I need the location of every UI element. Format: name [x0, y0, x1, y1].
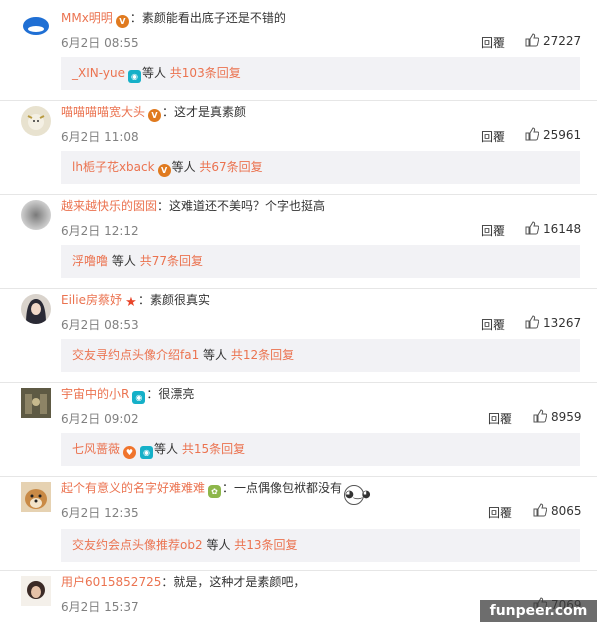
like-button[interactable]: 25961 — [525, 127, 581, 142]
sub-reply-count[interactable]: 共67条回复 — [199, 160, 262, 174]
sub-reply-count[interactable]: 共12条回复 — [231, 348, 294, 362]
sub-reply-user[interactable]: 交友寻约点头像介绍fa1 — [72, 348, 199, 362]
thumbs-up-icon — [533, 503, 548, 517]
divider — [0, 288, 597, 289]
sub-reply-mid: 等人 — [154, 442, 179, 456]
divider — [0, 570, 597, 571]
comment-date: 6月2日 08:53 — [61, 318, 139, 332]
sub-reply-mid: 等人 — [111, 254, 136, 268]
sub-replies[interactable]: 交友约会点头像推荐ob2 等人 共13条回复 — [61, 529, 580, 562]
like-count: 25961 — [543, 128, 582, 142]
comment-text: ：一点偶像包袱都没有 — [222, 481, 343, 495]
like-button[interactable]: 13267 — [525, 315, 581, 330]
reply-button[interactable]: 回覆 — [481, 128, 505, 145]
thumbs-up-icon — [525, 33, 540, 47]
like-count: 27227 — [543, 34, 582, 48]
username[interactable]: Eilie房蔡妤 — [61, 293, 122, 307]
avatar[interactable] — [21, 106, 51, 136]
sub-reply-count[interactable]: 共77条回复 — [140, 254, 203, 268]
avatar[interactable] — [21, 12, 51, 42]
sub-reply-mid: 等人 — [141, 66, 166, 80]
vip-badge-icon: V — [157, 164, 171, 177]
comment-date: 6月2日 08:55 — [61, 36, 139, 50]
camera-badge-icon: ◉ — [140, 446, 154, 459]
username[interactable]: 用户6015852725 — [61, 575, 161, 589]
sub-reply-mid: 等人 — [171, 160, 196, 174]
sub-reply-mid: 等人 — [206, 538, 231, 552]
thumbs-up-icon — [525, 221, 540, 235]
thumbs-up-icon — [533, 409, 548, 423]
sub-reply-user[interactable]: 七风蔷薇 — [72, 442, 120, 456]
divider — [0, 100, 597, 101]
username[interactable]: 越来越快乐的囡囡 — [61, 199, 157, 213]
sub-replies[interactable]: _XIN-yue ◉ 等人 共103条回复 — [61, 57, 580, 90]
reply-button[interactable]: 回覆 — [488, 410, 512, 427]
sub-reply-count[interactable]: 共13条回复 — [234, 538, 297, 552]
reply-button[interactable]: 回覆 — [481, 316, 505, 333]
sub-replies[interactable]: 交友寻约点头像介绍fa1 等人 共12条回复 — [61, 339, 580, 372]
camera-badge-icon: ◉ — [132, 391, 146, 404]
like-button[interactable]: 8065 — [533, 503, 582, 518]
sub-reply-user[interactable]: 交友约会点头像推荐ob2 — [72, 538, 203, 552]
thumbs-up-icon — [525, 315, 540, 329]
comment-text: ：这难道还不美吗？个字也挺高 — [157, 199, 326, 213]
comment-text: ：素颜能看出底子还是不错的 — [129, 11, 286, 25]
leaf-badge-icon: ✿ — [208, 485, 222, 498]
divider — [0, 382, 597, 383]
avatar[interactable] — [21, 388, 51, 418]
sub-reply-count[interactable]: 共103条回复 — [170, 66, 241, 80]
comment-text: ：很漂亮 — [146, 387, 195, 401]
like-count: 8065 — [551, 504, 582, 518]
avatar[interactable] — [21, 294, 51, 324]
like-button[interactable]: 16148 — [525, 221, 581, 236]
sub-reply-user[interactable]: 浮噜噜 — [72, 254, 108, 268]
comment-date: 6月2日 11:08 — [61, 130, 139, 144]
watermark: funpeer.com — [480, 600, 597, 622]
sub-replies[interactable]: lh栀子花xback V 等人 共67条回复 — [61, 151, 580, 184]
heart-badge-icon: ♥ — [123, 446, 137, 459]
username[interactable]: 起个有意义的名字好难难难 — [61, 481, 205, 495]
sub-reply-user[interactable]: _XIN-yue — [72, 66, 125, 80]
vip-badge-icon: V — [115, 15, 129, 28]
sub-reply-mid: 等人 — [203, 348, 228, 362]
divider — [0, 476, 597, 477]
avatar[interactable] — [21, 482, 51, 512]
reply-button[interactable]: 回覆 — [488, 504, 512, 521]
camera-badge-icon: ◉ — [127, 70, 141, 83]
like-count: 16148 — [543, 222, 582, 236]
star-badge-icon: ★ — [125, 295, 137, 310]
like-count: 8959 — [551, 410, 582, 424]
comment-text: ：这才是真素颜 — [162, 105, 247, 119]
username[interactable]: MMx明明 — [61, 11, 113, 25]
comment-date: 6月2日 12:35 — [61, 506, 139, 520]
divider — [0, 194, 597, 195]
username[interactable]: 宇宙中的小R — [61, 387, 129, 401]
sub-replies[interactable]: 七风蔷薇 ♥ ◉ 等人 共15条回复 — [61, 433, 580, 466]
reply-button[interactable]: 回覆 — [481, 222, 505, 239]
comment-date: 6月2日 12:12 — [61, 224, 139, 238]
sub-reply-user[interactable]: lh栀子花xback — [72, 160, 155, 174]
comment-date: 6月2日 09:02 — [61, 412, 139, 426]
avatar[interactable] — [21, 576, 51, 606]
like-count: 13267 — [543, 316, 582, 330]
like-button[interactable]: 8959 — [533, 409, 582, 424]
username[interactable]: 喵喵喵喵宽大头 — [61, 105, 145, 119]
face-emoji-icon: ◕‿◕ — [344, 485, 371, 505]
comment-date: 6月2日 15:37 — [61, 600, 139, 614]
comment-text: ：素颜很真实 — [137, 293, 210, 307]
vip-badge-icon: V — [148, 109, 162, 122]
comment-text: ：就是，这种才是素颜吧， — [161, 575, 306, 589]
avatar[interactable] — [21, 200, 51, 230]
reply-button[interactable]: 回覆 — [481, 34, 505, 51]
like-button[interactable]: 27227 — [525, 33, 581, 48]
sub-replies[interactable]: 浮噜噜 等人 共77条回复 — [61, 245, 580, 278]
thumbs-up-icon — [525, 127, 540, 141]
sub-reply-count[interactable]: 共15条回复 — [182, 442, 245, 456]
